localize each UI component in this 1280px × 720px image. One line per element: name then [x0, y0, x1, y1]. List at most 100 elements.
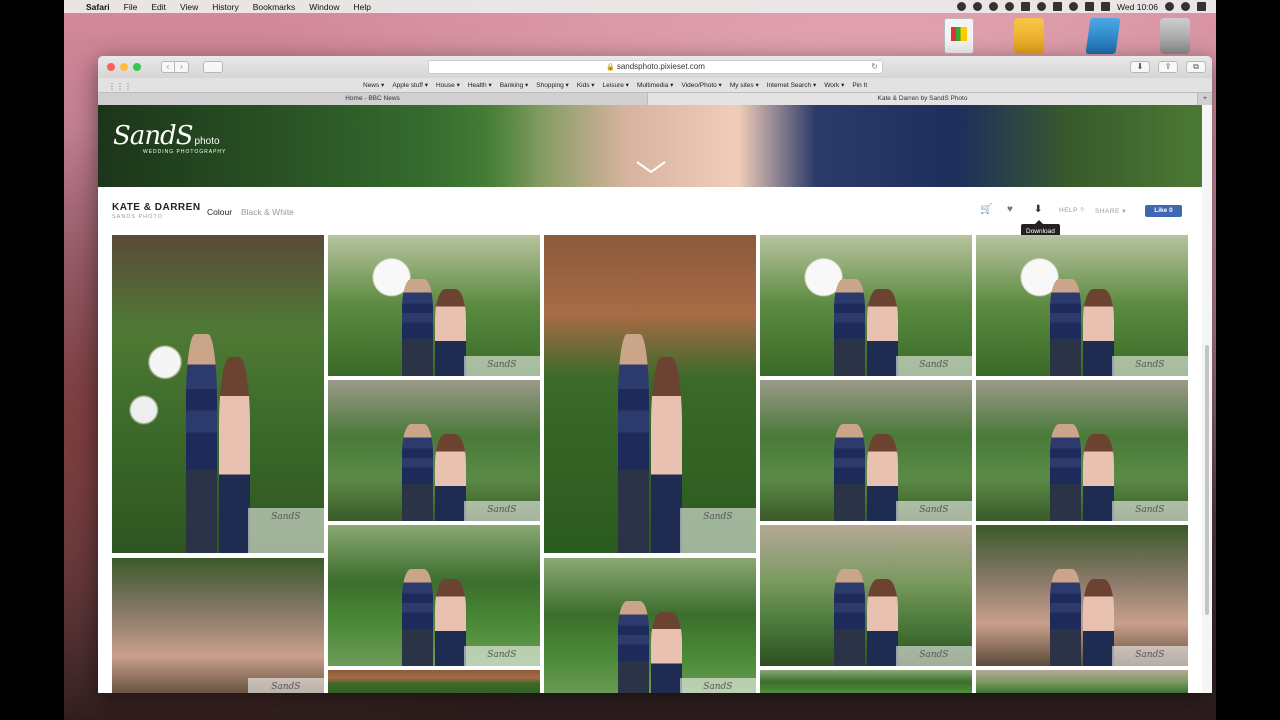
- download-icon[interactable]: ⬇: [1034, 204, 1042, 215]
- sidebar-toggle-button[interactable]: [203, 61, 223, 73]
- bookmark-multimedia[interactable]: Multimedia ▾: [637, 81, 674, 89]
- photo-watermark: SandS: [679, 508, 756, 553]
- battery-icon[interactable]: [1085, 2, 1095, 11]
- gallery-photo[interactable]: SandS: [760, 380, 972, 521]
- gallery-photo[interactable]: SandS: [976, 525, 1188, 666]
- menu-bar: Safari File Edit View History Bookmarks …: [64, 0, 1216, 13]
- no-entry-icon[interactable]: [973, 2, 983, 11]
- page-scrollbar[interactable]: [1202, 105, 1212, 693]
- bookmark-house[interactable]: House ▾: [436, 81, 460, 89]
- menu-view[interactable]: View: [180, 2, 198, 12]
- scroll-down-chevron-icon[interactable]: [636, 161, 666, 173]
- downloads-button[interactable]: ⬇: [1130, 61, 1150, 73]
- bookmark-video-photo[interactable]: Video/Photo ▾: [681, 81, 721, 89]
- top-sites-grid-icon[interactable]: ⋮⋮⋮: [108, 82, 132, 91]
- bookmark-apple-stuff[interactable]: Apple stuff ▾: [392, 81, 428, 89]
- bookmark-pin-it[interactable]: Pin It: [852, 82, 867, 89]
- tab-kate-darren[interactable]: Kate & Darren by SandS Photo: [648, 93, 1198, 105]
- address-bar[interactable]: 🔒 sandsphoto.pixieset.com ↻: [428, 60, 883, 74]
- gallery-photo[interactable]: [328, 670, 540, 693]
- gallery-photo[interactable]: SandS: [976, 380, 1188, 521]
- logo-photo-text: photo: [194, 136, 220, 147]
- help-link[interactable]: HELP ?: [1059, 207, 1084, 214]
- logo-subtitle: WEDDING PHOTOGRAPHY: [143, 149, 227, 155]
- gallery-photo[interactable]: SandS: [760, 235, 972, 376]
- gallery-photo[interactable]: [760, 670, 972, 693]
- bookmark-banking[interactable]: Banking ▾: [500, 81, 529, 89]
- cart-icon[interactable]: 🛒: [980, 204, 992, 215]
- set-tab-colour[interactable]: Colour: [207, 207, 232, 217]
- show-tabs-button[interactable]: ⧉: [1186, 61, 1206, 73]
- document-desktop-icon[interactable]: [944, 18, 974, 54]
- menu-file[interactable]: File: [124, 2, 138, 12]
- share-dropdown[interactable]: SHARE ▾: [1095, 207, 1126, 215]
- bookmarks-bar: News ▾ Apple stuff ▾ House ▾ Health ▾ Ba…: [98, 78, 1212, 92]
- bookmark-my-sites[interactable]: My sites ▾: [730, 81, 759, 89]
- gallery-title: KATE & DARREN: [112, 202, 201, 213]
- status-menu-area: Wed 10:06: [957, 2, 1216, 12]
- share-button[interactable]: ⇪: [1158, 61, 1178, 73]
- gallery-photo[interactable]: SandS: [112, 558, 324, 693]
- menu-app-name[interactable]: Safari: [86, 2, 110, 12]
- scrollbar-thumb[interactable]: [1205, 345, 1209, 615]
- menu-window[interactable]: Window: [309, 2, 339, 12]
- gallery-photo[interactable]: SandS: [112, 235, 324, 553]
- bookmark-health[interactable]: Health ▾: [468, 81, 492, 89]
- bookmark-shopping[interactable]: Shopping ▾: [536, 81, 569, 89]
- minimize-window-button[interactable]: [120, 63, 128, 71]
- menu-history[interactable]: History: [212, 2, 238, 12]
- photo-watermark: SandS: [895, 646, 972, 666]
- display-icon[interactable]: [1053, 2, 1063, 11]
- photo-watermark: SandS: [463, 646, 540, 666]
- bookmark-leisure[interactable]: Leisure ▾: [603, 81, 629, 89]
- gallery-photo[interactable]: SandS: [544, 235, 756, 553]
- flag-icon[interactable]: [1101, 2, 1111, 11]
- photo-subjects: [402, 560, 466, 666]
- tab-bbc-news[interactable]: Home - BBC News: [98, 93, 648, 105]
- shield-icon[interactable]: [989, 2, 999, 11]
- facebook-like-button[interactable]: Like 0: [1145, 205, 1182, 217]
- back-button[interactable]: ‹: [161, 61, 175, 73]
- photo-watermark: SandS: [1111, 501, 1188, 521]
- gallery-photo[interactable]: SandS: [976, 235, 1188, 376]
- site-logo[interactable]: SandS photo WEDDING PHOTOGRAPHY: [113, 121, 226, 155]
- close-window-button[interactable]: [107, 63, 115, 71]
- time-machine-icon[interactable]: [1037, 2, 1047, 11]
- menu-edit[interactable]: Edit: [151, 2, 166, 12]
- gallery-photo[interactable]: [976, 670, 1188, 693]
- zoom-window-button[interactable]: [133, 63, 141, 71]
- spotlight-icon[interactable]: [1181, 2, 1190, 11]
- menu-bookmarks[interactable]: Bookmarks: [253, 2, 296, 12]
- new-tab-button[interactable]: +: [1198, 93, 1212, 105]
- heart-icon[interactable]: ♥: [1007, 204, 1013, 215]
- forward-button[interactable]: ›: [175, 61, 189, 73]
- set-tab-black-white[interactable]: Black & White: [241, 207, 294, 217]
- user-icon[interactable]: [1165, 2, 1174, 11]
- bookmark-work[interactable]: Work ▾: [824, 81, 844, 89]
- photo-subjects: [1050, 415, 1114, 521]
- wifi-icon[interactable]: [1069, 2, 1079, 11]
- menu-help[interactable]: Help: [353, 2, 370, 12]
- cloud-icon[interactable]: [1005, 2, 1015, 11]
- bookmark-internet-search[interactable]: Internet Search ▾: [767, 81, 817, 89]
- menubar-clock[interactable]: Wed 10:06: [1117, 2, 1158, 12]
- gallery-photo[interactable]: SandS: [328, 380, 540, 521]
- notification-center-icon[interactable]: [1197, 2, 1206, 11]
- reload-icon[interactable]: ↻: [871, 61, 878, 73]
- bookmark-kids[interactable]: Kids ▾: [577, 81, 595, 89]
- eye-icon[interactable]: [1021, 2, 1031, 11]
- record-icon[interactable]: [957, 2, 967, 11]
- bookmark-news[interactable]: News ▾: [363, 81, 384, 89]
- gallery-photo[interactable]: SandS: [328, 525, 540, 666]
- hard-drive-desktop-icon[interactable]: [1160, 18, 1190, 54]
- photo-watermark: SandS: [895, 501, 972, 521]
- photo-subjects: [834, 560, 898, 666]
- gallery-photo[interactable]: SandS: [328, 235, 540, 376]
- hero-banner: SandS photo WEDDING PHOTOGRAPHY: [98, 105, 1202, 187]
- gallery-photo[interactable]: SandS: [544, 558, 756, 693]
- lock-icon: 🔒: [606, 64, 615, 71]
- app-desktop-icon[interactable]: [1085, 18, 1121, 54]
- external-drive-desktop-icon[interactable]: [1014, 18, 1044, 54]
- photo-subjects: [618, 315, 682, 553]
- gallery-photo[interactable]: SandS: [760, 525, 972, 666]
